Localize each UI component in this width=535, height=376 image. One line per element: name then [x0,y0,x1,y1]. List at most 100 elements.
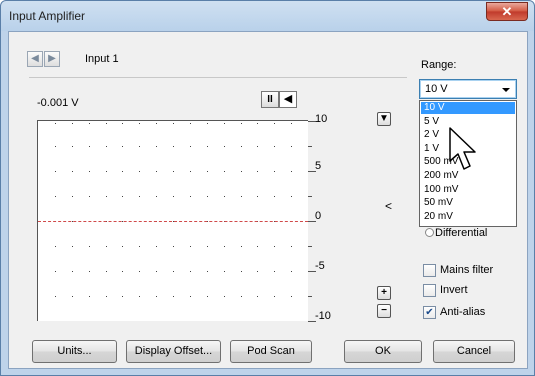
invert-checkbox[interactable] [423,284,436,297]
grid-dot [190,271,191,272]
step-back-button[interactable]: ◀ [279,91,297,108]
units-button[interactable]: Units... [32,340,117,363]
grid-dot [156,196,157,197]
zoom-out-icon[interactable]: − [377,304,391,318]
zoom-in-icon[interactable]: + [377,286,391,300]
range-option[interactable]: 100 mV [421,184,515,196]
ok-button[interactable]: OK [344,340,422,363]
grid-dot [173,146,174,147]
grid-dot [55,196,56,197]
grid-dot [156,146,157,147]
grid-dot [55,123,56,124]
range-option[interactable]: 5 V [421,116,515,128]
grid-dot [291,196,292,197]
differential-label: Differential [435,227,488,239]
grid-dot [241,296,242,297]
grid-dot [241,171,242,172]
grid-dot [241,146,242,147]
range-select[interactable]: 10 V [419,79,517,99]
scroll-down-icon[interactable]: ▼ [377,112,391,126]
grid-dot [257,246,258,247]
grid-dot [257,196,258,197]
grid-dot [257,271,258,272]
grid-dot [173,171,174,172]
grid-dot [122,146,123,147]
grid-dot [207,196,208,197]
grid-dot [241,271,242,272]
pause-button[interactable]: II [261,91,279,108]
grid-dot [274,171,275,172]
grid-dot [106,296,107,297]
differential-radio[interactable] [425,228,434,237]
grid-dot [291,146,292,147]
y-tick-label: -5 [315,260,325,272]
cancel-button[interactable]: Cancel [433,340,515,363]
grid-dot [122,246,123,247]
display-offset-button[interactable]: Display Offset... [126,340,221,363]
grid-dot [122,196,123,197]
grid-dot [207,146,208,147]
grid-dot [224,146,225,147]
grid-dot [122,271,123,272]
grid-dot [72,296,73,297]
grid-dot [190,296,191,297]
range-option[interactable]: 20 mV [421,211,515,223]
grid-dot [72,196,73,197]
grid-dot [274,246,275,247]
close-button[interactable]: ✕ [486,2,528,21]
grid-dot [224,246,225,247]
grid-dot [224,271,225,272]
grid-dot [257,296,258,297]
grid-dot [291,123,292,124]
mouse-pointer-icon [449,127,476,170]
grid-dot [291,271,292,272]
zero-line [38,221,308,222]
grid-dot [106,196,107,197]
grid-dot [139,271,140,272]
grid-dot [224,296,225,297]
grid-dot [156,171,157,172]
grid-dot [207,171,208,172]
window-title: Input Amplifier [9,9,86,23]
grid-dot [274,196,275,197]
grid-dot [173,196,174,197]
grid-dot [72,146,73,147]
pod-scan-button[interactable]: Pod Scan [230,340,312,363]
grid-dot [274,271,275,272]
arrow-right-icon[interactable]: ▶ [44,51,60,67]
grid-dot [274,296,275,297]
range-option[interactable]: 50 mV [421,197,515,209]
grid-dot [156,123,157,124]
signal-plot [37,120,316,322]
grid-dot [207,123,208,124]
grid-dot [139,246,140,247]
mains-filter-checkbox[interactable] [423,264,436,277]
chevron-down-icon [502,88,510,92]
grid-dot [156,296,157,297]
grid-dot [257,171,258,172]
y-tick-label: 0 [315,210,322,222]
arrow-left-icon[interactable]: ◀ [27,51,43,67]
range-selected-value: 10 V [425,83,448,95]
grid-dot [72,123,73,124]
grid-dot [72,171,73,172]
grid-dot [89,196,90,197]
grid-dot [72,246,73,247]
grid-dot [173,123,174,124]
grid-dot [156,271,157,272]
grid-dot [122,123,123,124]
anti-alias-checkbox[interactable]: ✔ [423,306,436,319]
grid-dot [173,246,174,247]
grid-dot [89,271,90,272]
grid-dot [89,171,90,172]
anti-alias-label: Anti-alias [440,306,486,318]
grid-dot [89,123,90,124]
grid-dot [257,146,258,147]
grid-dot [106,246,107,247]
grid-dot [274,146,275,147]
range-option[interactable]: 10 V [421,102,515,114]
grid-dot [106,123,107,124]
grid-dot [55,246,56,247]
value-readout: -0.001 V [37,97,79,109]
grid-dot [257,123,258,124]
